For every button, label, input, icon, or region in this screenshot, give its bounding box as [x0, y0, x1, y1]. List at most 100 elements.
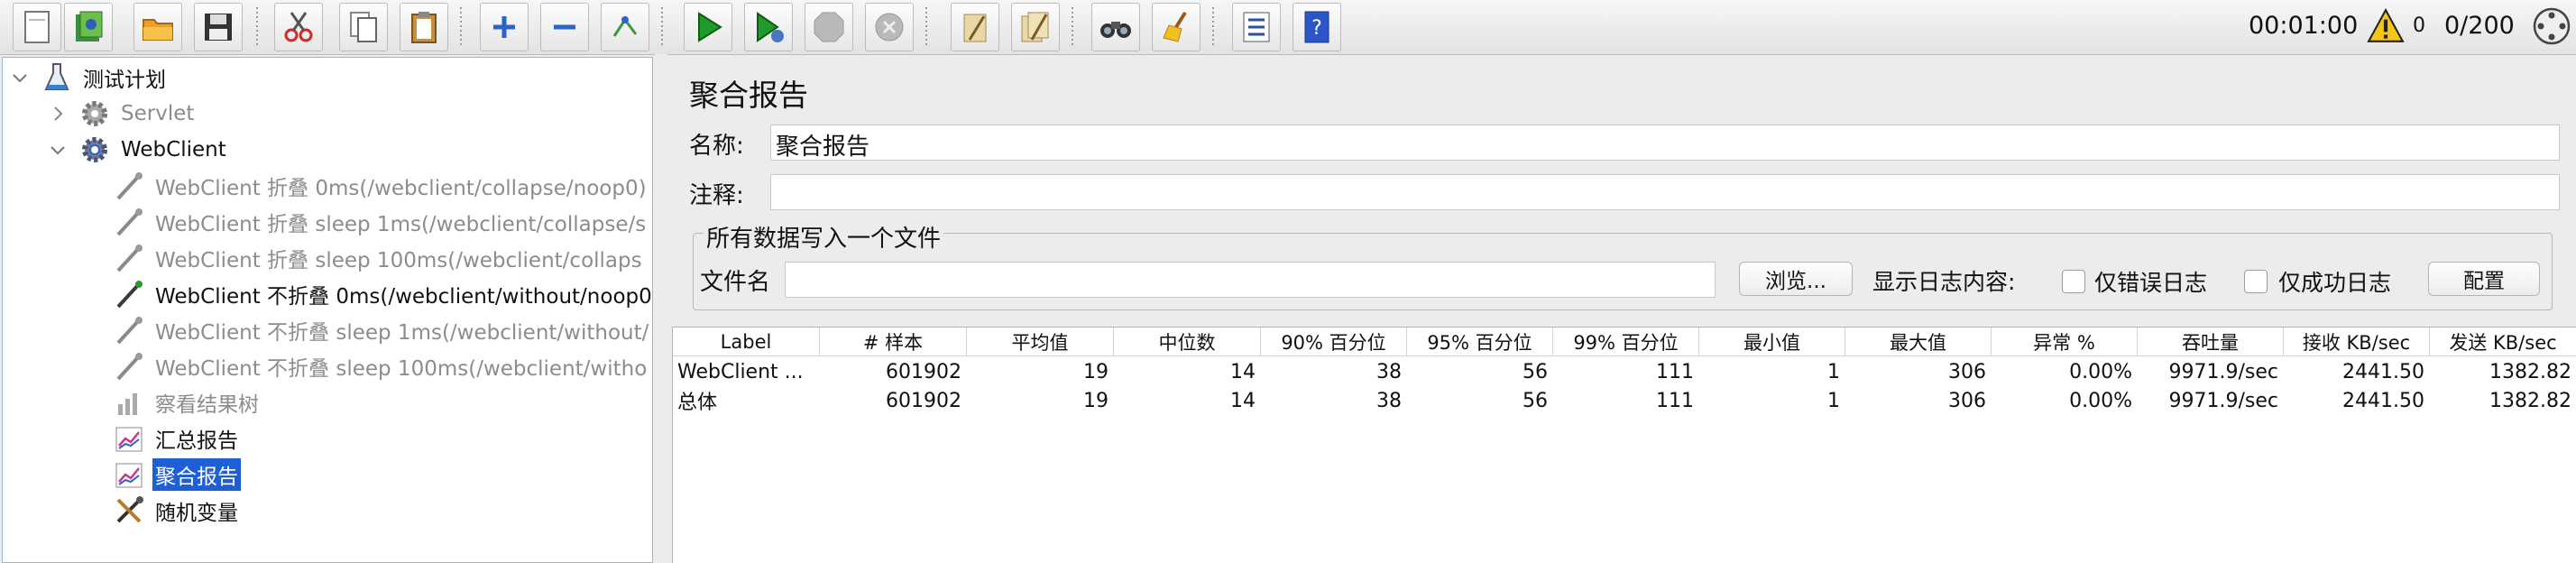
tree-node-servlet[interactable]: Servlet — [48, 96, 197, 132]
column-header[interactable]: 接收 KB/sec — [2284, 328, 2430, 356]
browse-button[interactable]: 浏览... — [1739, 262, 1853, 296]
tree-node-webclient[interactable]: WebClient — [48, 132, 229, 168]
filename-field[interactable] — [785, 262, 1716, 298]
tree-node-sampler[interactable]: WebClient 折叠 0ms(/webclient/collapse/noo… — [113, 168, 649, 204]
split-pane-divider[interactable] — [655, 54, 667, 563]
stop-button[interactable] — [805, 3, 853, 51]
reset-search-button[interactable] — [1152, 3, 1201, 51]
column-header[interactable]: 99% 百分位 — [1553, 328, 1699, 356]
minus-icon — [554, 24, 575, 30]
test-plan-tree: 测试计划 Servlet WebClient WebClient 折叠 0ms(… — [2, 57, 653, 563]
tree-node-test-plan[interactable]: 测试计划 — [10, 60, 169, 96]
warning-icon[interactable] — [2367, 7, 2405, 45]
pipette-icon — [116, 317, 143, 345]
success-only-checkbox[interactable] — [2244, 270, 2268, 293]
tree-node-label: WebClient 不折叠 sleep 1ms(/webclient/witho… — [155, 321, 649, 345]
cut-button[interactable] — [274, 3, 323, 51]
column-header[interactable]: 最大值 — [1845, 328, 1992, 356]
tree-node-label: WebClient 折叠 0ms(/webclient/collapse/noo… — [155, 177, 647, 200]
copy-button[interactable] — [339, 3, 388, 51]
table-cell: 9971.9/sec — [2168, 389, 2278, 412]
scissors-icon — [284, 12, 313, 42]
chevron-down-icon[interactable] — [48, 140, 68, 160]
collapse-all-button[interactable] — [540, 3, 589, 51]
table-cell: 38 — [1376, 389, 1402, 412]
paste-button[interactable] — [400, 3, 448, 51]
column-header[interactable]: 95% 百分位 — [1407, 328, 1553, 356]
name-field[interactable]: 聚合报告 — [770, 125, 2560, 161]
table-cell: 9971.9/sec — [2168, 360, 2278, 383]
open-button[interactable] — [133, 3, 182, 51]
pipette-icon — [116, 353, 143, 381]
column-header[interactable]: # 样本 — [820, 328, 967, 356]
chevron-down-icon[interactable] — [10, 68, 30, 88]
tree-node-sampler[interactable]: WebClient 折叠 sleep 100ms(/webclient/coll… — [113, 240, 645, 276]
tree-node-label: 聚合报告 — [152, 458, 241, 491]
column-header[interactable]: 最小值 — [1699, 328, 1845, 356]
save-icon — [205, 14, 232, 41]
flask-icon — [44, 63, 69, 90]
table-cell: 601902 — [886, 389, 961, 412]
column-header[interactable]: 平均值 — [967, 328, 1114, 356]
name-label: 名称: — [689, 133, 744, 160]
tree-node-label: WebClient 不折叠 sleep 100ms(/webclient/wit… — [155, 357, 648, 381]
table-cell: 38 — [1376, 360, 1402, 383]
shutdown-button[interactable] — [865, 3, 914, 51]
elapsed-timer: 00:01:00 — [2249, 12, 2359, 40]
expand-all-button[interactable] — [480, 3, 529, 51]
column-header[interactable]: 90% 百分位 — [1261, 328, 1407, 356]
tree-node-label: 察看结果树 — [155, 393, 259, 417]
warning-count: 0 — [2413, 14, 2425, 37]
tree-node-sampler[interactable]: WebClient 不折叠 sleep 100ms(/webclient/wit… — [113, 348, 649, 384]
column-header[interactable]: 异常 % — [1992, 328, 2138, 356]
table-cell: 306 — [1948, 389, 1986, 412]
table-cell: 56 — [1523, 360, 1548, 383]
tree-node-sampler[interactable]: WebClient 折叠 sleep 1ms(/webclient/collap… — [113, 204, 649, 240]
table-row[interactable]: WebClient ... 601902 19 14 38 56 111 1 3… — [673, 357, 2576, 386]
table-row[interactable]: 总体 601902 19 14 38 56 111 1 306 0.00% 99… — [673, 386, 2576, 415]
filename-label: 文件名 — [700, 269, 771, 296]
column-header[interactable]: Label — [673, 328, 820, 356]
clipboard-icon — [411, 12, 437, 43]
tree-node-sampler[interactable]: WebClient 不折叠 sleep 1ms(/webclient/witho… — [113, 312, 651, 348]
broom-clear-all-icon — [1021, 12, 1049, 42]
table-cell: 0.00% — [2069, 389, 2132, 412]
template-icon — [76, 11, 103, 42]
search-button[interactable] — [1091, 3, 1140, 51]
table-cell: 1382.82 — [2489, 389, 2571, 412]
table-cell: 14 — [1230, 389, 1256, 412]
function-helper-button[interactable] — [1232, 3, 1281, 51]
tree-node-aggregate-report[interactable]: 聚合报告 — [113, 457, 241, 493]
help-button[interactable]: ? — [1293, 3, 1341, 51]
open-folder-icon — [143, 19, 173, 41]
remote-status-icon[interactable] — [2531, 5, 2572, 47]
chevron-right-icon[interactable] — [48, 104, 68, 124]
comment-field[interactable] — [770, 174, 2560, 210]
column-header[interactable]: 吞吐量 — [2138, 328, 2284, 356]
aggregate-report-table[interactable]: Label # 样本 平均值 中位数 90% 百分位 95% 百分位 99% 百… — [672, 327, 2576, 563]
errors-only-checkbox[interactable] — [2062, 270, 2085, 293]
tree-node-label: WebClient 不折叠 0ms(/webclient/without/noo… — [155, 285, 652, 309]
tree-node-summary-report[interactable]: 汇总报告 — [113, 420, 241, 457]
clear-button[interactable] — [951, 3, 999, 51]
column-header[interactable]: 发送 KB/sec — [2430, 328, 2576, 356]
table-cell: 1382.82 — [2489, 360, 2571, 383]
configure-button[interactable]: 配置 — [2428, 262, 2540, 296]
templates-button[interactable] — [64, 3, 113, 51]
tree-node-sampler[interactable]: WebClient 不折叠 0ms(/webclient/without/noo… — [113, 276, 652, 312]
pipette-icon — [116, 281, 143, 309]
start-no-pauses-button[interactable] — [744, 3, 793, 51]
tree-node-random-variable[interactable]: 随机变量 — [113, 493, 241, 529]
column-header[interactable]: 中位数 — [1114, 328, 1261, 356]
toggle-button[interactable] — [601, 3, 649, 51]
table-cell: WebClient ... — [677, 360, 804, 383]
new-test-plan-button[interactable] — [13, 3, 61, 51]
start-button[interactable] — [684, 3, 732, 51]
new-file-icon — [24, 11, 50, 43]
binoculars-icon — [1100, 22, 1131, 38]
tree-node-label: 汇总报告 — [155, 429, 238, 453]
save-button[interactable] — [194, 3, 243, 51]
tree-node-result-tree[interactable]: 察看结果树 — [113, 384, 262, 420]
clear-all-button[interactable] — [1011, 3, 1060, 51]
toolbar: ? 00:01:00 0 0/200 — [0, 0, 2576, 55]
